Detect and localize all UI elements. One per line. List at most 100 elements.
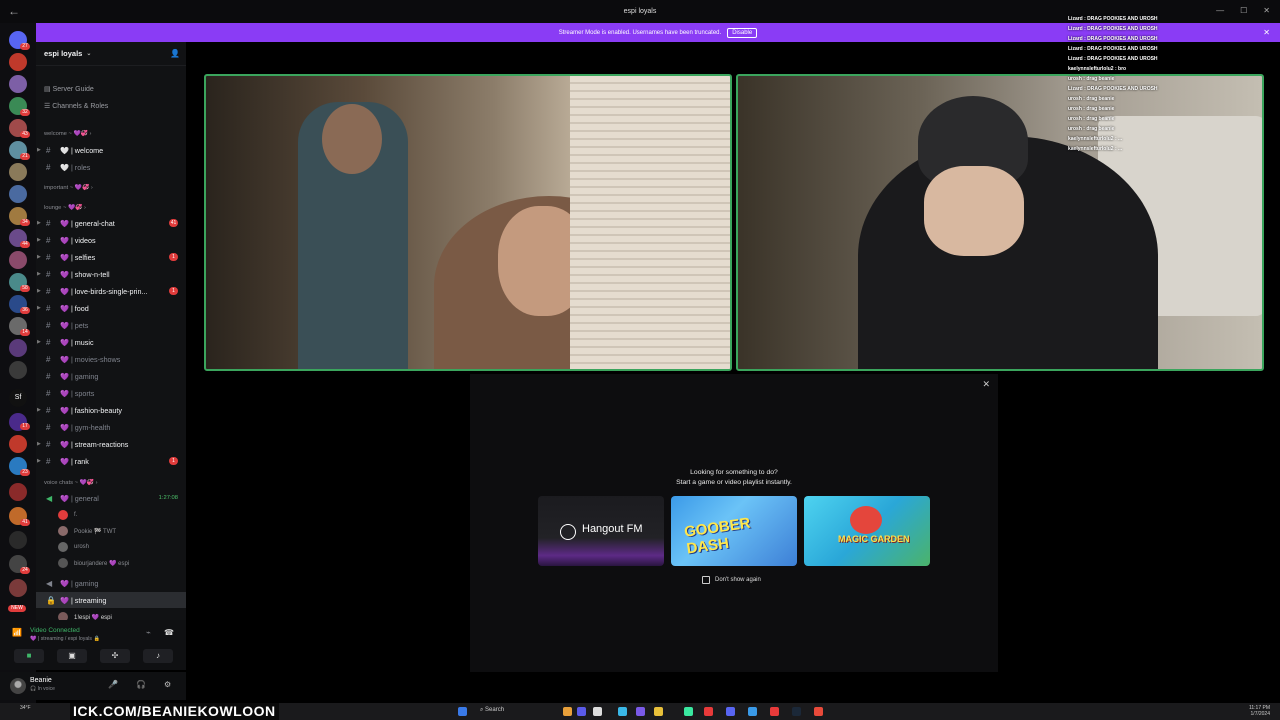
mascot-icon bbox=[850, 506, 882, 534]
chat-message: Lizard : DRAG POOKIES AND UROSH bbox=[1068, 86, 1158, 92]
activity-card-magic-garden[interactable]: MAGIC GARDEN bbox=[804, 496, 930, 566]
app-icon[interactable] bbox=[814, 707, 823, 716]
server-icon[interactable] bbox=[9, 579, 27, 597]
category-welcome[interactable]: welcome ~ 💜💞 › bbox=[44, 131, 91, 137]
channel-show-n-tell[interactable]: ▶ # 💜 | show-n-tell bbox=[36, 266, 186, 282]
app-icon[interactable] bbox=[748, 707, 757, 716]
video-tile[interactable] bbox=[204, 74, 732, 371]
server-header[interactable]: espi loyals ⌄ 👤 bbox=[36, 42, 186, 66]
discord-icon[interactable] bbox=[726, 707, 735, 716]
app-icon[interactable] bbox=[704, 707, 713, 716]
folder-icon[interactable] bbox=[654, 707, 663, 716]
soundboard-button[interactable]: ♪ bbox=[143, 649, 173, 663]
opera-icon[interactable] bbox=[770, 707, 779, 716]
channel-welcome[interactable]: ▶ # 🤍 | welcome bbox=[36, 142, 186, 158]
microphone-icon[interactable]: 🎤 bbox=[108, 680, 118, 689]
channels-roles-link[interactable]: ☰ Channels & Roles bbox=[44, 102, 108, 110]
chat-message: kaelynnslefturlolu2 : ... bbox=[1068, 136, 1123, 142]
channel-movies-shows[interactable]: # 💜 | movies-shows bbox=[36, 351, 186, 367]
channel-sidebar: espi loyals ⌄ 👤 ▤ Server Guide ☰ Channel… bbox=[36, 42, 186, 662]
app-icon[interactable] bbox=[684, 707, 693, 716]
server-icon[interactable]: Sf bbox=[9, 389, 27, 407]
channel-videos[interactable]: ▶ # 💜 | videos bbox=[36, 232, 186, 248]
headphones-icon[interactable]: 🎧 bbox=[136, 680, 146, 689]
server-rail: Sf 27 32 43 21 34 44 58 36 14 17 23 41 2… bbox=[0, 23, 36, 703]
server-icon[interactable] bbox=[9, 483, 27, 501]
disable-button[interactable]: Disable bbox=[727, 27, 758, 38]
channel-food[interactable]: ▶ # 💜 | food bbox=[36, 300, 186, 316]
notification-badge: 21 bbox=[20, 153, 30, 160]
channel-music[interactable]: ▶ # 💜 | music bbox=[36, 334, 186, 350]
server-icon[interactable] bbox=[9, 339, 27, 357]
server-name: espi loyals bbox=[44, 49, 83, 58]
channel-sports[interactable]: # 💜 | sports bbox=[36, 385, 186, 401]
category-lounge[interactable]: lounge ~ 💜💞 › bbox=[44, 205, 86, 211]
taskbar-search[interactable]: ⌕ Search bbox=[480, 707, 504, 714]
disconnect-icon[interactable]: ☎ bbox=[164, 628, 174, 637]
voice-channel-general[interactable]: ◀ 💜 | general 1:27:08 bbox=[36, 490, 186, 506]
gear-icon[interactable]: ⚙ bbox=[164, 680, 171, 689]
checkbox-icon[interactable] bbox=[702, 576, 710, 584]
channel-general-chat[interactable]: ▶ # 💜 | general-chat 41 bbox=[36, 215, 186, 231]
voice-channel-streaming[interactable]: 🔒 💜 | streaming bbox=[36, 592, 186, 608]
voice-user[interactable]: f. bbox=[58, 508, 77, 522]
activities-button[interactable]: ✣ bbox=[100, 649, 130, 663]
channel-selfies[interactable]: ▶ # 💜 | selfies 1 bbox=[36, 249, 186, 265]
category-important[interactable]: important ~ 💜💞 › bbox=[44, 185, 93, 191]
notification-badge: 17 bbox=[20, 423, 30, 430]
channel-roles[interactable]: # 🤍 | roles bbox=[36, 159, 186, 175]
hash-icon: # bbox=[46, 354, 51, 364]
voice-user[interactable]: biourjandere 💜 espi bbox=[58, 556, 129, 570]
server-icon[interactable] bbox=[9, 53, 27, 71]
channel-love-birds[interactable]: ▶ # 💜 | love-birds-single-prin... 1 bbox=[36, 283, 186, 299]
voice-channel-path[interactable]: 💜 | streaming / espi loyals 🔒 bbox=[30, 636, 100, 642]
lock-icon: 🔒 bbox=[46, 595, 56, 605]
server-icon[interactable] bbox=[9, 251, 27, 269]
voice-connection-panel: 📶 Video Connected 💜 | streaming / espi l… bbox=[0, 620, 186, 670]
hash-icon: # bbox=[46, 145, 51, 155]
server-icon[interactable] bbox=[9, 185, 27, 203]
add-member-icon[interactable]: 👤 bbox=[170, 49, 180, 58]
hangout-fm-icon bbox=[560, 524, 576, 540]
server-icon[interactable] bbox=[9, 435, 27, 453]
signal-icon[interactable]: 📶 bbox=[12, 628, 22, 637]
start-icon[interactable] bbox=[458, 707, 467, 716]
server-icon[interactable] bbox=[9, 361, 27, 379]
channel-gaming[interactable]: # 💜 | gaming bbox=[36, 368, 186, 384]
notification-badge: 23 bbox=[20, 469, 30, 476]
category-voice-chats[interactable]: voice chats ~ 💜💞 › bbox=[44, 480, 98, 486]
notification-badge: 27 bbox=[20, 43, 30, 50]
voice-user[interactable]: Pookie 🏁 TWT bbox=[58, 524, 116, 538]
close-icon[interactable]: ✕ bbox=[982, 379, 990, 390]
server-icon[interactable] bbox=[9, 75, 27, 93]
activity-card-goober-dash[interactable]: GOOBER DASH bbox=[671, 496, 797, 566]
server-guide-link[interactable]: ▤ Server Guide bbox=[44, 85, 94, 93]
screen-share-button[interactable]: ▣ bbox=[57, 649, 87, 663]
hash-icon: # bbox=[46, 439, 51, 449]
weather-widget[interactable]: 34°F bbox=[20, 705, 31, 711]
person-head bbox=[322, 104, 382, 174]
noise-suppression-icon[interactable]: ⌁ bbox=[146, 628, 151, 637]
channel-gym-health[interactable]: # 💜 | gym-health bbox=[36, 419, 186, 435]
system-tray[interactable]: 11:17 PM 1/7/2024 bbox=[1249, 705, 1270, 717]
activity-card-hangout-fm[interactable]: Hangout FM bbox=[538, 496, 664, 566]
user-status: 🎧 In voice bbox=[30, 686, 55, 692]
camera-button[interactable]: ■ bbox=[14, 649, 44, 663]
channel-pets[interactable]: # 💜 | pets bbox=[36, 317, 186, 333]
server-icon[interactable] bbox=[9, 531, 27, 549]
app-icon[interactable] bbox=[577, 707, 586, 716]
voice-channel-gaming[interactable]: ◀ 💜 | gaming bbox=[36, 575, 186, 591]
channel-rank[interactable]: ▶ # 💜 | rank 1 bbox=[36, 453, 186, 469]
steam-icon[interactable] bbox=[792, 707, 801, 716]
avatar[interactable] bbox=[10, 678, 26, 694]
channel-fashion-beauty[interactable]: ▶ # 💜 | fashion-beauty bbox=[36, 402, 186, 418]
expand-arrow-icon: ▶ bbox=[37, 305, 41, 311]
server-icon[interactable] bbox=[9, 163, 27, 181]
channel-stream-reactions[interactable]: ▶ # 💜 | stream-reactions bbox=[36, 436, 186, 452]
app-icon[interactable] bbox=[636, 707, 645, 716]
app-icon[interactable] bbox=[563, 707, 572, 716]
dont-show-again-checkbox[interactable]: Don't show again bbox=[702, 576, 761, 584]
app-icon[interactable] bbox=[593, 707, 602, 716]
edge-icon[interactable] bbox=[618, 707, 627, 716]
voice-user[interactable]: urosh bbox=[58, 540, 89, 554]
